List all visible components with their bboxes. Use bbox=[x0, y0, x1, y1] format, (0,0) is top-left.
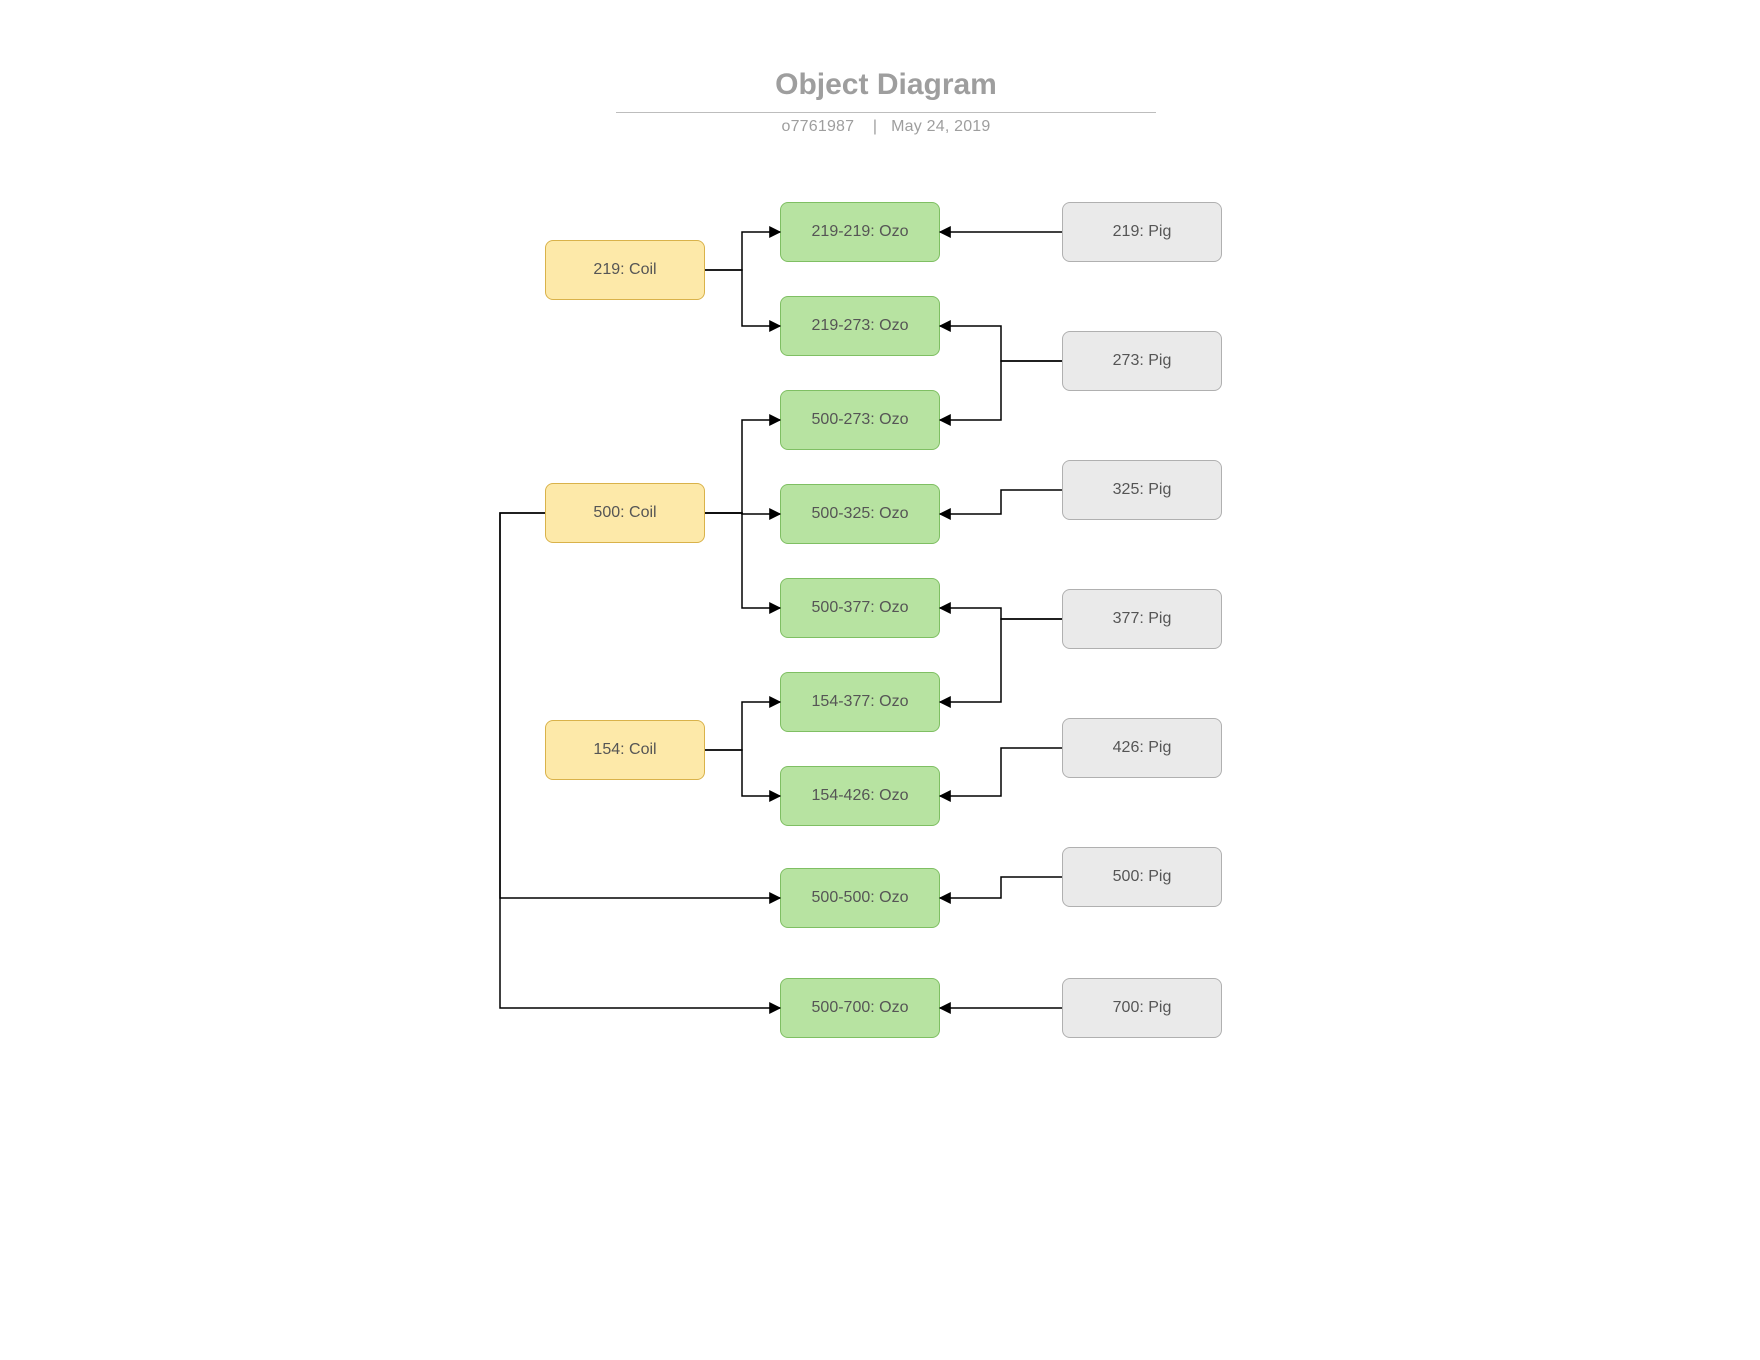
pig-node-325: 325: Pig bbox=[1062, 460, 1222, 520]
pig-node-label: 219: Pig bbox=[1113, 223, 1172, 241]
coil-node-label: 154: Coil bbox=[593, 741, 656, 759]
ozo-node-label: 500-325: Ozo bbox=[812, 505, 909, 523]
coil-node-label: 500: Coil bbox=[593, 504, 656, 522]
pig-node-label: 500: Pig bbox=[1113, 868, 1172, 886]
ozo-node-154-377: 154-377: Ozo bbox=[780, 672, 940, 732]
ozo-node-label: 219-273: Ozo bbox=[812, 317, 909, 335]
pig-node-label: 377: Pig bbox=[1113, 610, 1172, 628]
coil-node-500: 500: Coil bbox=[545, 483, 705, 543]
ozo-node-500-273: 500-273: Ozo bbox=[780, 390, 940, 450]
pig-node-219: 219: Pig bbox=[1062, 202, 1222, 262]
ozo-node-label: 154-377: Ozo bbox=[812, 693, 909, 711]
diagram-date: May 24, 2019 bbox=[891, 118, 990, 135]
pig-node-label: 426: Pig bbox=[1113, 739, 1172, 757]
coil-node-219: 219: Coil bbox=[545, 240, 705, 300]
coil-node-label: 219: Coil bbox=[593, 261, 656, 279]
ozo-node-500-377: 500-377: Ozo bbox=[780, 578, 940, 638]
ozo-node-154-426: 154-426: Ozo bbox=[780, 766, 940, 826]
ozo-node-label: 500-700: Ozo bbox=[812, 999, 909, 1017]
ozo-node-219-219: 219-219: Ozo bbox=[780, 202, 940, 262]
coil-node-154: 154: Coil bbox=[545, 720, 705, 780]
pig-node-label: 325: Pig bbox=[1113, 481, 1172, 499]
pig-node-label: 273: Pig bbox=[1113, 352, 1172, 370]
ozo-node-500-325: 500-325: Ozo bbox=[780, 484, 940, 544]
pig-node-700: 700: Pig bbox=[1062, 978, 1222, 1038]
ozo-node-label: 500-273: Ozo bbox=[812, 411, 909, 429]
diagram-title: Object Diagram bbox=[616, 68, 1156, 102]
ozo-node-500-500: 500-500: Ozo bbox=[780, 868, 940, 928]
ozo-node-500-700: 500-700: Ozo bbox=[780, 978, 940, 1038]
ozo-node-219-273: 219-273: Ozo bbox=[780, 296, 940, 356]
subtitle-separator: | bbox=[873, 118, 877, 135]
pig-node-500: 500: Pig bbox=[1062, 847, 1222, 907]
ozo-node-label: 500-500: Ozo bbox=[812, 889, 909, 907]
diagram-canvas: Object Diagram o7761987 | May 24, 2019 2… bbox=[0, 0, 1760, 1360]
pig-node-426: 426: Pig bbox=[1062, 718, 1222, 778]
title-divider bbox=[616, 112, 1156, 113]
pig-node-273: 273: Pig bbox=[1062, 331, 1222, 391]
diagram-id: o7761987 bbox=[781, 118, 854, 135]
ozo-node-label: 219-219: Ozo bbox=[812, 223, 909, 241]
ozo-node-label: 500-377: Ozo bbox=[812, 599, 909, 617]
ozo-node-label: 154-426: Ozo bbox=[812, 787, 909, 805]
pig-node-377: 377: Pig bbox=[1062, 589, 1222, 649]
diagram-subtitle: o7761987 | May 24, 2019 bbox=[616, 118, 1156, 136]
pig-node-label: 700: Pig bbox=[1113, 999, 1172, 1017]
